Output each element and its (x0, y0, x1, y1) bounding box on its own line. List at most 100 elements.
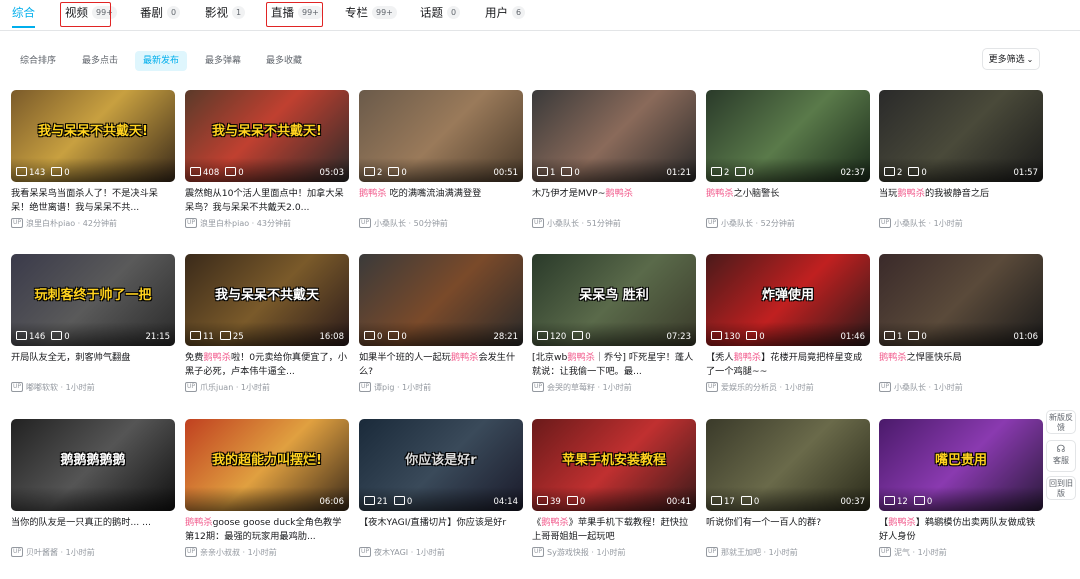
video-title[interactable]: 【夜木YAGI/直播切片】你应该是好r (359, 516, 523, 530)
video-title[interactable]: 鹅鸭杀goose goose duck全角色教学第12期：最强的玩家用最鸡肋..… (185, 516, 349, 544)
video-meta[interactable]: UP Sy游戏快报 · 1小时前 (532, 546, 626, 558)
video-meta[interactable]: UP 贝叶酱酱 · 1小时前 (11, 546, 95, 558)
video-title[interactable]: 开局队友全无，刺客帅气翻盘 (11, 351, 175, 365)
title-text: 如果半个班的人一起玩 (359, 352, 451, 363)
video-card[interactable]: 17 0 00:37 听说你们有一个一百人的群? UP 那就王加吧 · 1小时前 (706, 419, 870, 579)
video-title[interactable]: 免费鹅鸭杀啦！0元卖给你真便宜了，小黑子必死，卢本伟牛逼全... (185, 351, 349, 379)
play-count-icon (16, 167, 27, 176)
tab-column[interactable]: 专栏 99+ (345, 0, 397, 30)
video-card[interactable]: 苹果手机安装教程 39 0 00:41 《鹅鸭杀》苹果手机下载教程！赶快拉上哥哥姐姐一起… (532, 419, 696, 579)
video-duration: 01:21 (666, 168, 692, 178)
tab-live[interactable]: 直播 99+ (271, 0, 323, 30)
more-filter-button[interactable]: 更多筛选 ⌄ (982, 48, 1040, 70)
video-thumbnail[interactable]: 0 0 28:21 (359, 254, 523, 346)
video-meta[interactable]: UP 小桑队长 · 1小时前 (879, 217, 963, 229)
feedback-button[interactable]: 新版反馈 (1046, 410, 1076, 434)
video-card[interactable]: 0 0 28:21 如果半个班的人一起玩鹅鸭杀会发生什么? UP 谭pig · 1小时前 (359, 254, 523, 414)
video-title[interactable]: 【鹅鸭杀】鹈鹕模仿出卖两队友做成铁好人身份 (879, 516, 1043, 544)
video-meta[interactable]: UP 小桑队长 · 51分钟前 (532, 217, 621, 229)
video-title[interactable]: 当你的队友是一只真正的鹅时... ... (11, 516, 175, 530)
video-title[interactable]: 鹅鸭杀 吃的满嘴流油满满登登 (359, 187, 523, 201)
video-thumbnail[interactable]: 1 0 01:21 (532, 90, 696, 182)
video-meta[interactable]: UP 浪里白朴piao · 43分钟前 (185, 217, 291, 229)
video-thumbnail[interactable]: 我的超能力叫摆烂! 06:06 (185, 419, 349, 511)
video-card[interactable]: 你应该是好r 21 0 04:14 【夜木YAGI/直播切片】你应该是好r UP 夜木YAG… (359, 419, 523, 579)
video-title[interactable]: 听说你们有一个一百人的群? (706, 516, 870, 530)
uploader-badge-icon: UP (185, 217, 198, 228)
video-card[interactable]: 2 0 02:37 鹅鸭杀之小脑警长 UP 小桑队长 · 52分钟前 (706, 90, 870, 250)
video-meta[interactable]: UP 小桑队长 · 52分钟前 (706, 217, 795, 229)
video-meta[interactable]: UP 爱娱乐的分析员 · 1小时前 (706, 381, 814, 393)
video-title[interactable]: 我看呆呆鸟当面杀人了！不是决斗呆呆！绝世离谱！我与呆呆不共... (11, 187, 175, 215)
video-thumbnail[interactable]: 2 0 02:37 (706, 90, 870, 182)
tab-user[interactable]: 用户 6 (485, 0, 526, 30)
video-card[interactable]: 呆呆鸟 胜利 120 0 07:23 [北京wb鹅鸭杀｜乔兮] 吓死星宇！蓬人就说：让我… (532, 254, 696, 414)
video-card[interactable]: 鹅鹅鹅鹅鹅当你的队友是一只真正的鹅时... ... UP 贝叶酱酱 · 1小时前 (11, 419, 175, 579)
video-thumbnail[interactable]: 炸弹使用 130 0 01:46 (706, 254, 870, 346)
video-title[interactable]: 震然鲍从10个活人里面点中！加拿大呆呆鸟？我与呆呆不共戴天2.0... (185, 187, 349, 215)
video-card[interactable]: 我与呆呆不共戴天! 143 0 我看呆呆鸟当面杀人了！不是决斗呆呆！绝世离谱！我与呆呆… (11, 90, 175, 250)
tab-bangumi[interactable]: 番剧 0 (140, 0, 181, 30)
video-duration: 06:06 (319, 497, 345, 507)
video-meta[interactable]: UP 小桑队长 · 50分钟前 (359, 217, 448, 229)
video-thumbnail[interactable]: 鹅鹅鹅鹅鹅 (11, 419, 175, 511)
video-title[interactable]: 鹅鸭杀之小脑警长 (706, 187, 870, 201)
sort-most-clicks[interactable]: 最多点击 (74, 51, 126, 71)
video-thumbnail[interactable]: 苹果手机安装教程 39 0 00:41 (532, 419, 696, 511)
video-title[interactable]: 【秃人鹅鸭杀】花楼开局竟把梓星变成了一个鸡腿~~ (706, 351, 870, 379)
video-card[interactable]: 2 0 01:57 当玩鹅鸭杀的我被静音之后 UP 小桑队长 · 1小时前 (879, 90, 1043, 250)
video-thumbnail[interactable]: 玩刺客终于帅了一把 146 0 21:15 (11, 254, 175, 346)
video-title[interactable]: 木乃伊才是MVP~鹅鸭杀 (532, 187, 696, 201)
video-meta[interactable]: UP 夜木YAGI · 1小时前 (359, 546, 445, 558)
customer-service-button[interactable]: ☊ 客服 (1046, 440, 1076, 472)
video-thumbnail[interactable]: 呆呆鸟 胜利 120 0 07:23 (532, 254, 696, 346)
sort-most-danmaku[interactable]: 最多弹幕 (197, 51, 249, 71)
video-card[interactable]: 炸弹使用 130 0 01:46 【秃人鹅鸭杀】花楼开局竟把梓星变成了一个鸡腿~~ UP 爱… (706, 254, 870, 414)
video-card[interactable]: 2 0 00:51 鹅鸭杀 吃的满嘴流油满满登登 UP 小桑队长 · 50分钟前 (359, 90, 523, 250)
publish-time: 1小时前 (768, 548, 798, 557)
play-count: 39 (550, 497, 561, 507)
video-thumbnail[interactable]: 2 0 01:57 (879, 90, 1043, 182)
video-thumbnail[interactable]: 17 0 00:37 (706, 419, 870, 511)
video-thumbnail[interactable]: 我与呆呆不共戴天! 408 0 05:03 (185, 90, 349, 182)
video-thumbnail[interactable]: 2 0 00:51 (359, 90, 523, 182)
video-card[interactable]: 我与呆呆不共戴天 11 25 16:08 免费鹅鸭杀啦！0元卖给你真便宜了，小黑子必死，… (185, 254, 349, 414)
video-card[interactable]: 嘴巴贵用 12 0 【鹅鸭杀】鹈鹕模仿出卖两队友做成铁好人身份 UP 泥气 · 1小时前 (879, 419, 1043, 579)
tab-label: 话题 (420, 5, 443, 20)
play-count-icon (190, 167, 201, 176)
video-meta[interactable]: UP 那就王加吧 · 1小时前 (706, 546, 798, 558)
video-thumbnail[interactable]: 我与呆呆不共戴天! 143 0 (11, 90, 175, 182)
video-card[interactable]: 玩刺客终于帅了一把 146 0 21:15 开局队友全无，刺客帅气翻盘 UP 嘟嘟软软 · … (11, 254, 175, 414)
video-title[interactable]: 当玩鹅鸭杀的我被静音之后 (879, 187, 1043, 201)
video-title[interactable]: 鹅鸭杀之悍匪快乐局 (879, 351, 1043, 365)
video-meta[interactable]: UP 谭pig · 1小时前 (359, 381, 431, 393)
sort-most-favorites[interactable]: 最多收藏 (258, 51, 310, 71)
video-card[interactable]: 1 0 01:06 鹅鸭杀之悍匪快乐局 UP 小桑队长 · 1小时前 (879, 254, 1043, 414)
video-thumbnail[interactable]: 我与呆呆不共戴天 11 25 16:08 (185, 254, 349, 346)
video-thumbnail[interactable]: 嘴巴贵用 12 0 (879, 419, 1043, 511)
sort-comprehensive[interactable]: 综合排序 (12, 51, 64, 71)
video-meta[interactable]: UP 嘟嘟软软 · 1小时前 (11, 381, 95, 393)
video-meta[interactable]: UP 小桑队长 · 1小时前 (879, 381, 963, 393)
video-duration: 00:37 (840, 497, 866, 507)
video-card[interactable]: 我与呆呆不共戴天! 408 0 05:03 震然鲍从10个活人里面点中！加拿大呆呆鸟？我… (185, 90, 349, 250)
sort-newest[interactable]: 最新发布 (135, 51, 188, 71)
video-meta[interactable]: UP 会哭的草莓籽 · 1小时前 (532, 381, 632, 393)
video-meta[interactable]: UP 爪乐juan · 1小时前 (185, 381, 270, 393)
video-card[interactable]: 1 0 01:21 木乃伊才是MVP~鹅鸭杀 UP 小桑队长 · 51分钟前 (532, 90, 696, 250)
video-meta[interactable]: UP 浪里白朴piao · 42分钟前 (11, 217, 117, 229)
video-title[interactable]: [北京wb鹅鸭杀｜乔兮] 吓死星宇！蓬人就说：让我偷一下吧。最... (532, 351, 696, 379)
video-title[interactable]: 如果半个班的人一起玩鹅鸭杀会发生什么? (359, 351, 523, 379)
video-title[interactable]: 《鹅鸭杀》苹果手机下载教程！赶快拉上哥哥姐姐一起玩吧 (532, 516, 696, 544)
video-thumbnail[interactable]: 1 0 01:06 (879, 254, 1043, 346)
video-meta[interactable]: UP 泥气 · 1小时前 (879, 546, 947, 558)
tab-video[interactable]: 视频 99+ (65, 0, 117, 30)
tab-film[interactable]: 影视 1 (205, 0, 246, 30)
video-meta[interactable]: UP 亲亲小叔叔 · 1小时前 (185, 546, 277, 558)
tab-topic[interactable]: 话题 0 (420, 0, 461, 30)
tab-all[interactable]: 综合 (12, 0, 35, 30)
video-thumbnail[interactable]: 你应该是好r 21 0 04:14 (359, 419, 523, 511)
old-version-button[interactable]: 回到旧版 (1046, 476, 1076, 500)
video-card[interactable]: 我的超能力叫摆烂! 06:06 鹅鸭杀goose goose duck全角色教学第1… (185, 419, 349, 579)
danmaku-icon (566, 496, 578, 505)
